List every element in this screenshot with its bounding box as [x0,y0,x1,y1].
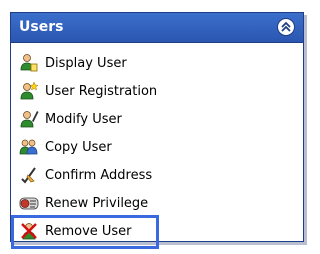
menu-item-user-registration[interactable]: User Registration [11,77,303,105]
menu-item-label: Confirm Address [45,167,153,183]
menu-item-label: Display User [45,55,127,71]
menu-item-label: Renew Privilege [45,195,149,211]
menu-item-confirm-address[interactable]: Confirm Address [11,161,303,189]
selection-highlight [11,215,159,249]
user-edit-icon [19,109,39,129]
renew-privilege-icon [19,193,39,213]
user-search-icon [19,53,39,73]
menu-item-renew-privilege[interactable]: Renew Privilege [11,189,303,217]
menu-item-label: Copy User [45,139,112,155]
menu-item-modify-user[interactable]: Modify User [11,105,303,133]
panel-title: Users [19,19,64,35]
panel-header: Users [11,13,303,43]
address-confirm-icon [19,165,39,185]
user-add-icon [19,81,39,101]
menu-item-copy-user[interactable]: Copy User [11,133,303,161]
users-panel: Users Display User User Registration Mod… [10,12,304,249]
menu-item-display-user[interactable]: Display User [11,49,303,77]
menu-item-label: User Registration [45,83,158,99]
double-chevron-up-icon[interactable] [277,18,295,36]
users-copy-icon [19,137,39,157]
menu-item-label: Modify User [45,111,122,127]
